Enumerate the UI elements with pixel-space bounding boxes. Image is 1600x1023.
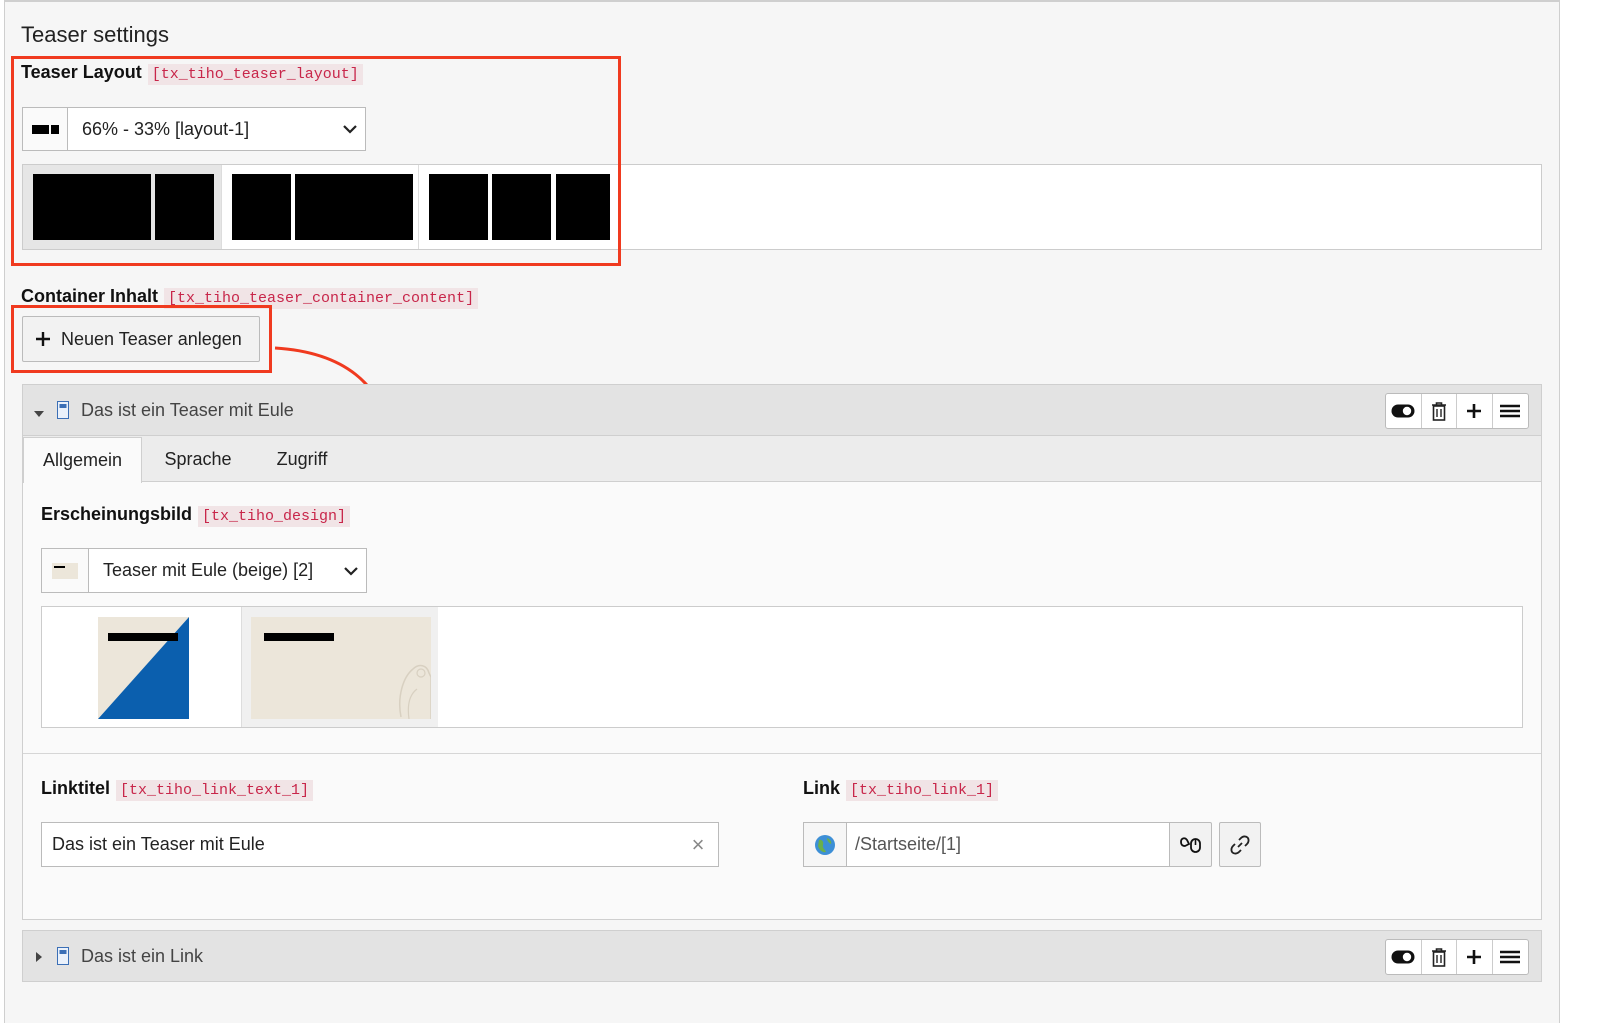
link-record-actions <box>1385 939 1529 975</box>
link-icon <box>1230 835 1250 855</box>
content-record-icon <box>57 947 69 970</box>
record-tabs-bar <box>23 436 1541 482</box>
link-text-code: [tx_tiho_link_text_1] <box>116 780 314 801</box>
expand-caret-icon[interactable] <box>35 950 43 968</box>
divider <box>23 753 1541 754</box>
tab-sprache[interactable]: Sprache <box>148 437 248 481</box>
link-record-title: Das ist ein Link <box>81 946 204 966</box>
link-record-header[interactable]: Das ist ein Link <box>22 930 1542 982</box>
drag-handle-icon[interactable] <box>1493 940 1528 974</box>
design-code: [tx_tiho_design] <box>198 506 351 527</box>
link-text-label: Linktitel [tx_tiho_link_text_1] <box>41 778 314 801</box>
design-label: Erscheinungsbild [tx_tiho_design] <box>41 504 351 527</box>
link-code: [tx_tiho_link_1] <box>846 780 999 801</box>
toggle-visibility-icon[interactable] <box>1386 940 1422 974</box>
annotation-box-button <box>11 305 272 373</box>
tab-zugriff[interactable]: Zugriff <box>256 437 348 481</box>
link-value: /Startseite/[1] <box>855 834 962 854</box>
add-icon[interactable] <box>1457 940 1493 974</box>
teaser-record-actions <box>1385 393 1529 429</box>
design-thumbnails <box>41 606 1523 728</box>
design-select[interactable]: Teaser mit Eule (beige) [2] <box>41 548 367 593</box>
chevron-down-icon <box>336 566 366 576</box>
design-label-text: Erscheinungsbild <box>41 504 193 524</box>
design-option-beige-owl[interactable] <box>241 607 438 727</box>
link-browser-button[interactable] <box>1169 822 1212 867</box>
design-option-blue[interactable] <box>42 607 241 727</box>
collapse-caret-icon[interactable] <box>33 405 45 423</box>
teaser-record-title: Das ist ein Teaser mit Eule <box>81 400 294 420</box>
tab-allgemein[interactable]: Allgemein <box>23 437 142 483</box>
link-text-label-text: Linktitel <box>41 778 111 798</box>
mouse-pointer-icon <box>1179 835 1203 855</box>
trash-icon[interactable] <box>1422 940 1457 974</box>
container-content-label-text: Container Inhalt <box>21 286 159 306</box>
section-title: Teaser settings <box>21 22 169 47</box>
globe-icon <box>804 823 847 866</box>
design-selected: Teaser mit Eule (beige) [2] <box>103 560 314 580</box>
trash-icon[interactable] <box>1422 394 1457 428</box>
link-label-text: Link <box>803 778 841 798</box>
container-content-label: Container Inhalt [tx_tiho_teaser_containe… <box>21 286 479 309</box>
content-record-icon <box>57 401 69 424</box>
drag-handle-icon[interactable] <box>1493 394 1528 428</box>
teaser-record-header[interactable]: Das ist ein Teaser mit Eule <box>22 384 1542 436</box>
clear-icon[interactable]: × <box>678 832 718 858</box>
link-text-input[interactable]: Das ist ein Teaser mit Eule × <box>41 822 719 867</box>
design-thumb-icon <box>42 549 89 592</box>
add-icon[interactable] <box>1457 394 1493 428</box>
link-input[interactable]: /Startseite/[1] <box>803 822 1170 867</box>
link-text-value: Das ist ein Teaser mit Eule <box>52 834 265 854</box>
toggle-visibility-icon[interactable] <box>1386 394 1422 428</box>
annotation-box-layout <box>11 56 621 266</box>
link-label: Link [tx_tiho_link_1] <box>803 778 999 801</box>
open-link-button[interactable] <box>1219 822 1261 867</box>
